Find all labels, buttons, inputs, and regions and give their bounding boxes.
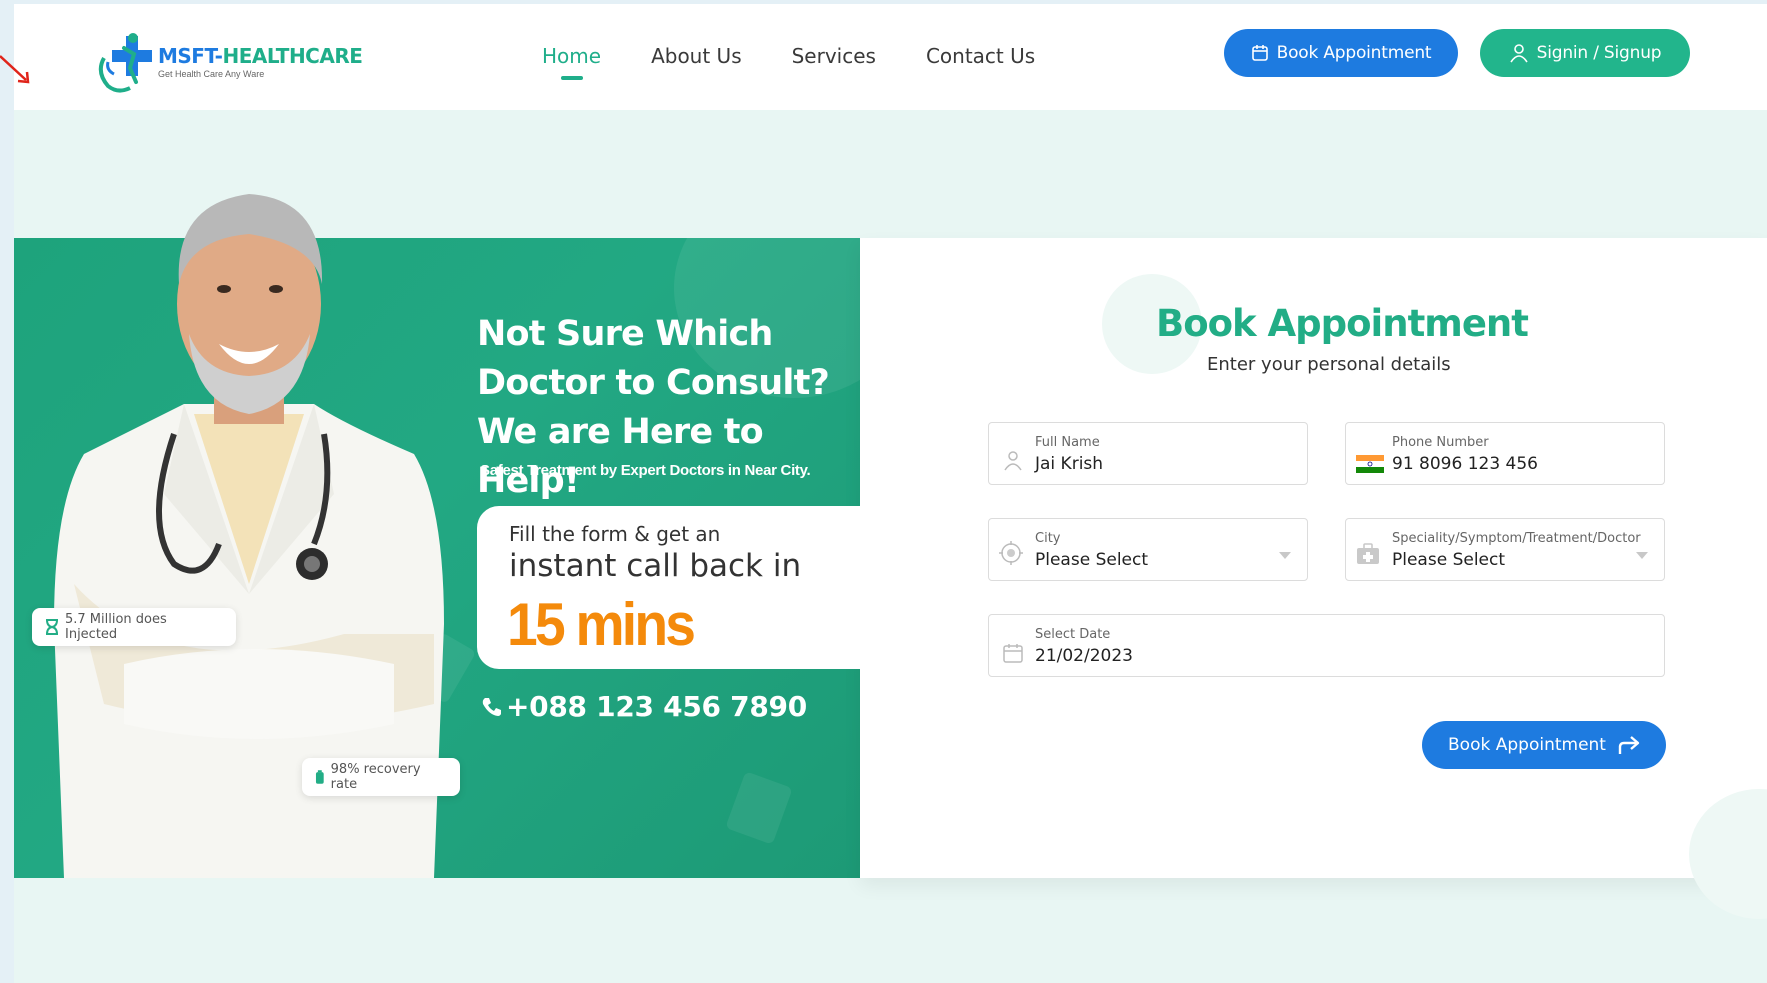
full-name-value: Jai Krish [1035, 454, 1104, 474]
callback-line-2: instant call back in [509, 548, 802, 584]
user-icon [1004, 451, 1022, 471]
select-date-label: Select Date [1035, 627, 1111, 642]
header-book-appointment-label: Book Appointment [1276, 43, 1432, 63]
form-title: Book Appointment [1156, 302, 1529, 345]
nav-about-us[interactable]: About Us [651, 44, 742, 68]
hero-phone-link[interactable]: +088 123 456 7890 [480, 690, 807, 723]
medical-kit-icon [1357, 543, 1379, 564]
full-name-label: Full Name [1035, 435, 1100, 450]
header-book-appointment-button[interactable]: Book Appointment [1224, 29, 1458, 77]
full-name-field[interactable]: Full Name Jai Krish [988, 422, 1308, 485]
brand-tagline: Get Health Care Any Ware [158, 68, 265, 79]
hero-subheadline: Safest Treatment by Expert Doctors in Ne… [480, 462, 811, 479]
india-flag-icon [1356, 455, 1384, 473]
page-frame: MSFT-HEALTHCARE Get Health Care Any Ware… [14, 4, 1767, 983]
brand-logo[interactable]: MSFT-HEALTHCARE Get Health Care Any Ware [94, 28, 363, 94]
nav-services[interactable]: Services [792, 44, 876, 68]
speciality-select[interactable]: Speciality/Symptom/Treatment/Doctor Plea… [1345, 518, 1665, 581]
callback-line-1: Fill the form & get an [509, 522, 721, 546]
site-header: MSFT-HEALTHCARE Get Health Care Any Ware… [14, 4, 1767, 110]
chevron-down-icon [1279, 552, 1291, 559]
speciality-label: Speciality/Symptom/Treatment/Doctor [1392, 531, 1641, 546]
battery-icon [315, 770, 324, 784]
form-subtitle: Enter your personal details [1207, 354, 1451, 375]
nav-home[interactable]: Home [542, 44, 601, 68]
chevron-down-icon [1636, 552, 1648, 559]
callback-card: Fill the form & get an instant call back… [477, 506, 860, 669]
injected-stat-badge: 5.7 Million does Injected [32, 608, 236, 646]
calendar-icon [1251, 45, 1268, 61]
callback-time: 15 mins [507, 591, 696, 658]
phone-icon [482, 697, 501, 716]
recovery-stat-badge: 98% recovery rate [302, 758, 460, 796]
city-label: City [1035, 531, 1061, 546]
injected-stat-text: 5.7 Million does Injected [65, 612, 167, 642]
submit-book-appointment-label: Book Appointment [1448, 735, 1606, 755]
share-arrow-icon [1618, 736, 1640, 754]
recovery-stat-text: 98% recovery rate [330, 762, 421, 792]
main-nav: Home About Us Services Contact Us [542, 44, 1085, 68]
location-target-icon [999, 541, 1023, 565]
speciality-value: Please Select [1392, 550, 1506, 570]
select-date-value: 21/02/2023 [1035, 646, 1133, 666]
city-value: Please Select [1035, 550, 1149, 570]
select-date-field[interactable]: Select Date 21/02/2023 [988, 614, 1665, 677]
phone-number-field[interactable]: Phone Number 91 8096 123 456 [1345, 422, 1665, 485]
hourglass-icon [46, 619, 58, 635]
brand-name: MSFT-HEALTHCARE [158, 43, 363, 68]
phone-number-value: 91 8096 123 456 [1392, 454, 1539, 474]
submit-book-appointment-button[interactable]: Book Appointment [1422, 721, 1666, 769]
annotation-arrow-icon [0, 55, 30, 84]
nav-contact-us[interactable]: Contact Us [926, 44, 1035, 68]
medical-cross-logo-icon [98, 33, 152, 93]
user-icon [1509, 44, 1528, 63]
phone-number-label: Phone Number [1392, 435, 1489, 450]
signin-signup-label: Signin / Signup [1536, 43, 1662, 63]
calendar-icon [1003, 644, 1023, 663]
hero-phone-number: +088 123 456 7890 [506, 690, 807, 723]
signin-signup-button[interactable]: Signin / Signup [1480, 29, 1690, 77]
city-select[interactable]: City Please Select [988, 518, 1308, 581]
